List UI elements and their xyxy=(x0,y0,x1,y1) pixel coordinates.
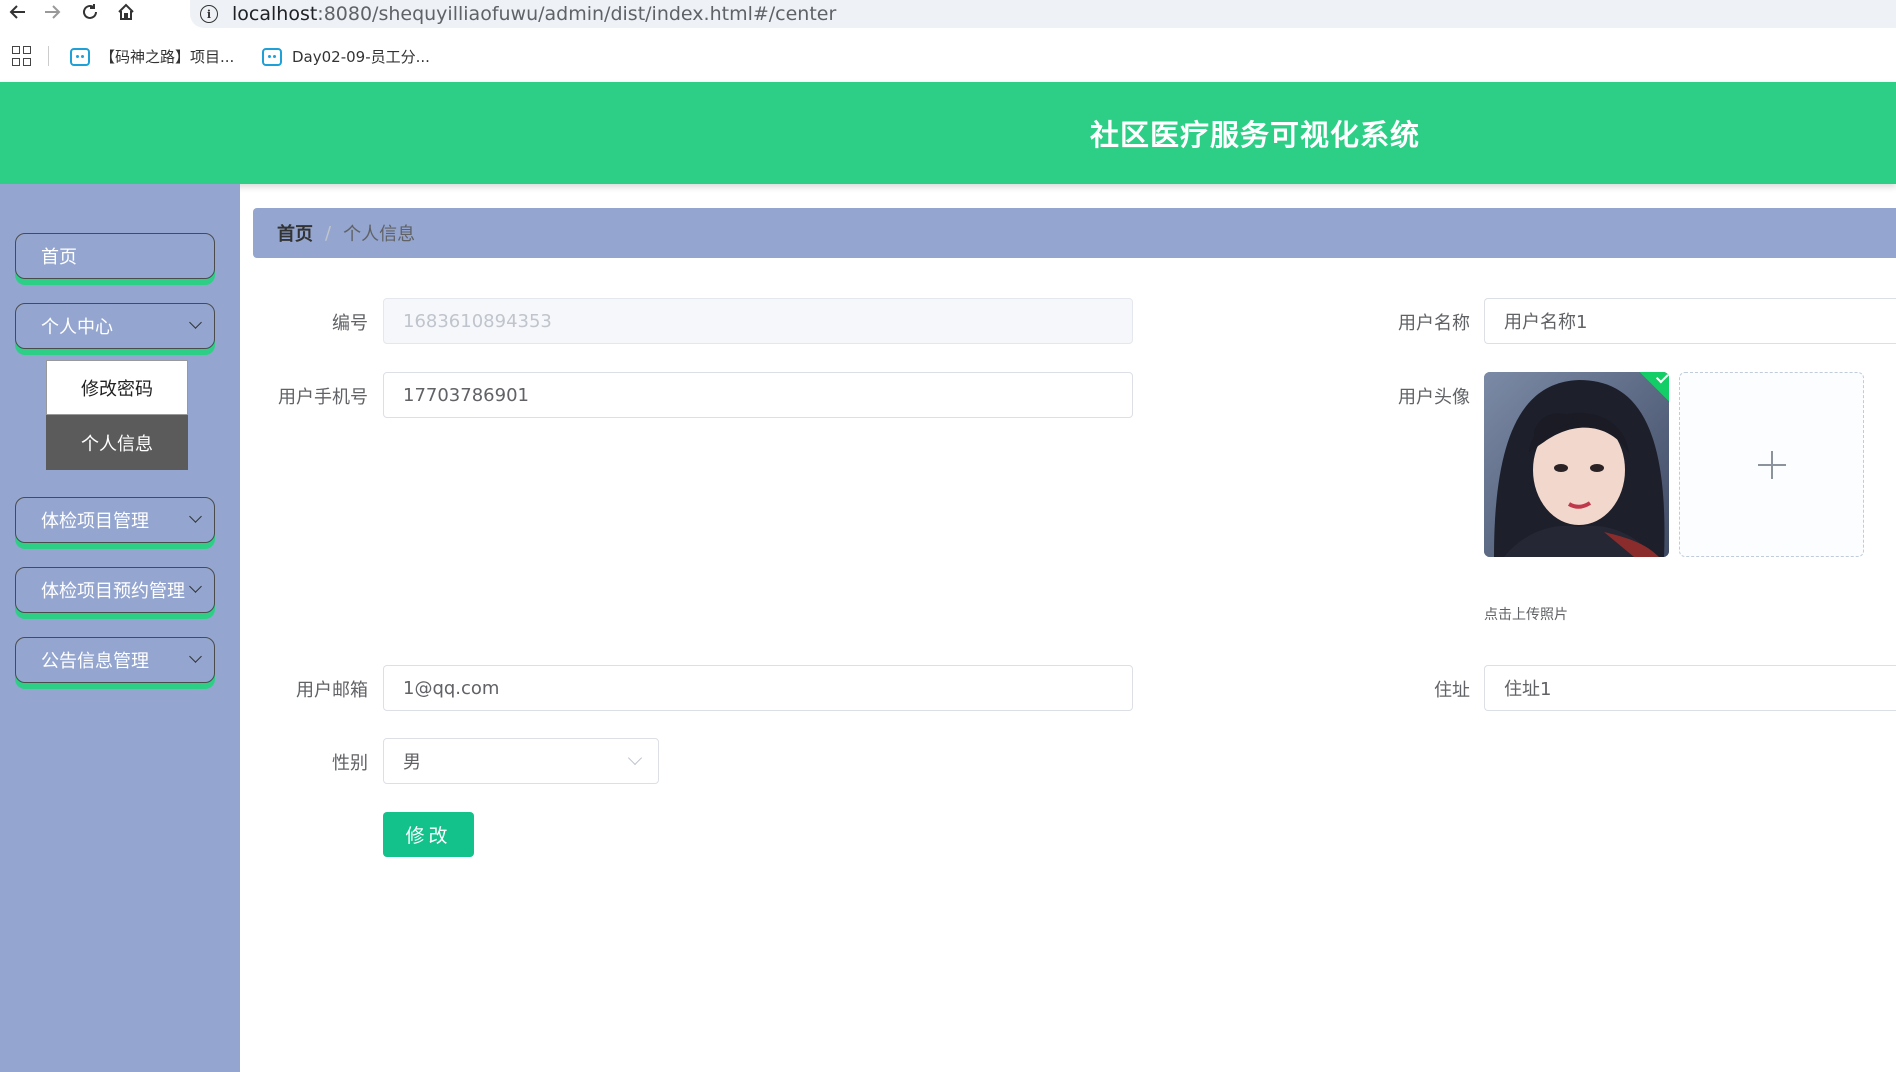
upload-button[interactable] xyxy=(1679,372,1864,557)
gender-label: 性别 xyxy=(332,753,368,774)
submenu-item-personal-info[interactable]: 个人信息 xyxy=(46,415,188,470)
chevron-down-icon xyxy=(627,750,643,766)
username-label: 用户名称 xyxy=(1398,313,1470,334)
bilibili-icon xyxy=(262,47,282,66)
id-label: 编号 xyxy=(332,313,368,334)
bookmark-divider xyxy=(48,46,49,66)
personal-center-submenu: 修改密码 个人信息 xyxy=(46,360,188,470)
sidebar-item-notices[interactable]: 公告信息管理 xyxy=(15,637,215,683)
sidebar-item-exam-booking[interactable]: 体检项目预约管理 xyxy=(15,567,215,613)
bookmark-item[interactable]: Day02-09-员工分... xyxy=(262,46,430,67)
sidebar-item-exam-items[interactable]: 体检项目管理 xyxy=(15,497,215,543)
reload-icon[interactable] xyxy=(78,0,102,24)
plus-icon xyxy=(1757,450,1786,479)
app-title: 社区医疗服务可视化系统 xyxy=(1090,118,1421,152)
email-field[interactable]: 1@qq.com xyxy=(383,665,1133,711)
phone-field[interactable]: 17703786901 xyxy=(383,372,1133,418)
upload-hint: 点击上传照片 xyxy=(1484,607,1568,623)
breadcrumb-separator: / xyxy=(325,222,332,244)
url-text: localhost:8080/shequyilliaofuwu/admin/di… xyxy=(232,3,837,25)
chevron-down-icon xyxy=(189,316,202,329)
back-icon[interactable] xyxy=(6,0,30,24)
email-label: 用户邮箱 xyxy=(296,680,368,701)
address-bar[interactable]: i localhost:8080/shequyilliaofuwu/admin/… xyxy=(190,0,1896,28)
chevron-down-icon xyxy=(189,650,202,663)
chevron-down-icon xyxy=(189,510,202,523)
bilibili-icon xyxy=(70,47,90,66)
breadcrumb-current: 个人信息 xyxy=(343,224,416,245)
submenu-item-change-password[interactable]: 修改密码 xyxy=(46,360,188,415)
avatar[interactable] xyxy=(1484,372,1669,557)
sidebar-item-personal-center[interactable]: 个人中心 xyxy=(15,303,215,349)
chevron-down-icon xyxy=(189,580,202,593)
app-header: 社区医疗服务可视化系统 xyxy=(0,82,1896,184)
apps-grid-icon[interactable] xyxy=(12,46,32,66)
gender-select[interactable]: 男 xyxy=(383,738,659,784)
address-field[interactable]: 住址1 xyxy=(1484,665,1896,711)
avatar-label: 用户头像 xyxy=(1398,387,1470,408)
site-info-icon[interactable]: i xyxy=(200,5,218,23)
forward-icon[interactable] xyxy=(40,0,64,24)
browser-toolbar: i localhost:8080/shequyilliaofuwu/admin/… xyxy=(0,0,1896,30)
id-field: 1683610894353 xyxy=(383,298,1133,344)
phone-label: 用户手机号 xyxy=(278,387,368,408)
sidebar: 首页 个人中心 修改密码 个人信息 体检项目管理 体检项目预约管理 公告信息管理 xyxy=(0,184,240,1072)
submit-button[interactable]: 修改 xyxy=(383,812,474,857)
sidebar-item-home[interactable]: 首页 xyxy=(15,233,215,279)
breadcrumb-home[interactable]: 首页 xyxy=(277,220,313,246)
bookmarks-bar: 【码神之路】项目... Day02-09-员工分... xyxy=(0,36,1896,76)
address-label: 住址 xyxy=(1434,680,1470,701)
username-field[interactable]: 用户名称1 xyxy=(1484,298,1896,344)
home-icon[interactable] xyxy=(114,0,138,24)
bookmark-item[interactable]: 【码神之路】项目... xyxy=(70,46,234,67)
breadcrumb: 首页 / 个人信息 xyxy=(253,208,1896,258)
